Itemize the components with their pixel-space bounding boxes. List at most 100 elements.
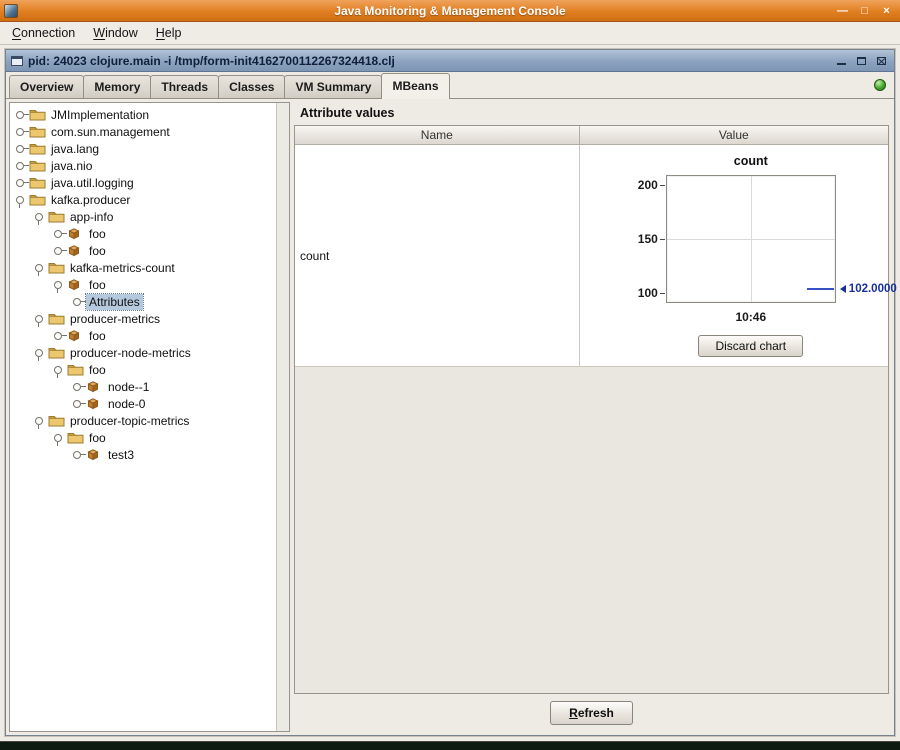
tree-node-foo[interactable]: foo xyxy=(12,327,276,344)
frame-titlebar[interactable]: pid: 24023 clojure.main -i /tmp/form-ini… xyxy=(6,50,894,72)
tree-node-producer-metrics[interactable]: producer-metrics xyxy=(12,310,276,327)
bean-icon xyxy=(67,329,86,343)
bean-icon xyxy=(67,227,86,241)
expand-handle-icon[interactable] xyxy=(52,226,67,241)
discard-chart-button[interactable]: Discard chart xyxy=(698,335,804,357)
tree-node-java-util-logging[interactable]: java.util.logging xyxy=(12,174,276,191)
tree-node-producer-node-metrics[interactable]: producer-node-metrics xyxy=(12,344,276,361)
tree-node-app-info[interactable]: app-info xyxy=(12,208,276,225)
tree-node-kafka-metrics-count[interactable]: kafka-metrics-count xyxy=(12,259,276,276)
window-controls: — □ × xyxy=(833,3,896,19)
collapse-handle-icon[interactable] xyxy=(33,311,48,327)
tree-node-foo[interactable]: foo xyxy=(12,361,276,378)
bean-icon xyxy=(86,380,105,394)
expand-handle-icon[interactable] xyxy=(71,294,86,309)
connection-status-icon xyxy=(874,79,886,91)
tree-node-com-sun-management[interactable]: com.sun.management xyxy=(12,123,276,140)
expand-handle-icon[interactable] xyxy=(71,447,86,462)
menu-help[interactable]: Help xyxy=(147,22,191,44)
tree-node-label: kafka.producer xyxy=(51,192,131,207)
tree-vertical-scrollbar[interactable] xyxy=(276,103,289,731)
window-close-button[interactable]: × xyxy=(877,3,896,19)
menu-connection[interactable]: Connection xyxy=(3,22,84,44)
tree-node-label: foo xyxy=(89,328,106,343)
folder-icon xyxy=(29,142,48,156)
column-header-name[interactable]: Name xyxy=(295,126,580,145)
folder-icon xyxy=(48,261,67,275)
app-icon xyxy=(4,3,18,18)
chart-y-axis: 200 150 100 xyxy=(632,175,666,303)
table-row: count count 200 150 100 102.0000 10:46 D… xyxy=(295,145,897,367)
chart-title: count xyxy=(733,154,768,168)
tree-node-java-lang[interactable]: java.lang xyxy=(12,140,276,157)
tab-bar: Overview Memory Threads Classes VM Summary MB… xyxy=(6,72,894,99)
tree-node-jmimplementation[interactable]: JMImplementation xyxy=(12,106,276,123)
window-minimize-button[interactable]: — xyxy=(833,3,852,19)
tree-node-label: java.util.logging xyxy=(51,175,134,190)
collapse-handle-icon[interactable] xyxy=(33,413,48,429)
tree-node-test3[interactable]: test3 xyxy=(12,446,276,463)
bean-icon xyxy=(86,448,105,462)
tab-overview[interactable]: Overview xyxy=(9,75,85,98)
value-arrow-icon xyxy=(839,285,846,294)
tree-node-java-nio[interactable]: java.nio xyxy=(12,157,276,174)
collapse-handle-icon[interactable] xyxy=(52,277,67,293)
tree-node-kafka-producer[interactable]: kafka.producer xyxy=(12,191,276,208)
menu-window[interactable]: Window xyxy=(84,22,146,44)
column-header-value[interactable]: Value xyxy=(579,126,888,145)
folder-icon xyxy=(29,108,48,122)
expand-handle-icon[interactable] xyxy=(14,107,29,122)
tree-node-foo[interactable]: foo xyxy=(12,242,276,259)
collapse-handle-icon[interactable] xyxy=(33,345,48,361)
collapse-handle-icon[interactable] xyxy=(52,430,67,446)
tree-node-label: java.nio xyxy=(51,158,93,173)
window-title: Java Monitoring & Management Console xyxy=(334,3,566,18)
attribute-chart[interactable]: count 200 150 100 102.0000 10:46 Discard… xyxy=(632,154,897,357)
tree-node-label: producer-topic-metrics xyxy=(70,413,190,428)
frame-maximize-button[interactable] xyxy=(853,54,869,68)
folder-icon xyxy=(29,159,48,173)
tab-classes[interactable]: Classes xyxy=(218,75,286,98)
collapse-handle-icon[interactable] xyxy=(52,362,67,378)
connection-frame: pid: 24023 clojure.main -i /tmp/form-ini… xyxy=(5,49,897,736)
refresh-button[interactable]: Refresh xyxy=(550,701,633,725)
tree-node-label: JMImplementation xyxy=(51,107,150,122)
collapse-handle-icon[interactable] xyxy=(14,192,29,208)
tree-node-node-0[interactable]: node-0 xyxy=(12,395,276,412)
tree-node-foo[interactable]: foo xyxy=(12,276,276,293)
expand-handle-icon[interactable] xyxy=(14,124,29,139)
attribute-name-cell[interactable]: count xyxy=(295,145,580,366)
expand-handle-icon[interactable] xyxy=(14,175,29,190)
tab-threads[interactable]: Threads xyxy=(150,75,220,98)
tree-node-foo[interactable]: foo xyxy=(12,225,276,242)
attributes-table-header: Name Value xyxy=(295,126,888,145)
tree-node-node-1[interactable]: node--1 xyxy=(12,378,276,395)
tree-node-label: Attributes xyxy=(85,292,144,311)
expand-handle-icon[interactable] xyxy=(52,243,67,258)
collapse-handle-icon[interactable] xyxy=(33,260,48,276)
tab-memory[interactable]: Memory xyxy=(83,75,152,98)
app-window: Java Monitoring & Management Console — □… xyxy=(0,0,900,742)
expand-handle-icon[interactable] xyxy=(71,396,86,411)
window-titlebar[interactable]: Java Monitoring & Management Console — □… xyxy=(0,0,900,22)
folder-icon xyxy=(67,363,86,377)
frame-close-button[interactable] xyxy=(873,54,889,68)
attributes-panel-title: Attribute values xyxy=(300,106,395,120)
expand-handle-icon[interactable] xyxy=(52,328,67,343)
maximize-icon xyxy=(856,56,866,65)
window-maximize-button[interactable]: □ xyxy=(855,3,874,19)
tree-node-producer-topic-metrics[interactable]: producer-topic-metrics xyxy=(12,412,276,429)
tab-mbeans[interactable]: MBeans xyxy=(381,73,450,99)
folder-icon xyxy=(48,312,67,326)
tree-node-foo[interactable]: foo xyxy=(12,429,276,446)
current-value-annotation: 102.0000 xyxy=(839,283,897,295)
tab-vm-summary[interactable]: VM Summary xyxy=(284,75,383,98)
collapse-handle-icon[interactable] xyxy=(33,209,48,225)
expand-handle-icon[interactable] xyxy=(14,141,29,156)
expand-handle-icon[interactable] xyxy=(14,158,29,173)
tree-node-label: app-info xyxy=(70,209,114,224)
frame-minimize-button[interactable] xyxy=(833,54,849,68)
expand-handle-icon[interactable] xyxy=(71,379,86,394)
y-tick-label: 200 xyxy=(637,178,658,193)
tree-node-attributes[interactable]: Attributes xyxy=(12,292,276,311)
